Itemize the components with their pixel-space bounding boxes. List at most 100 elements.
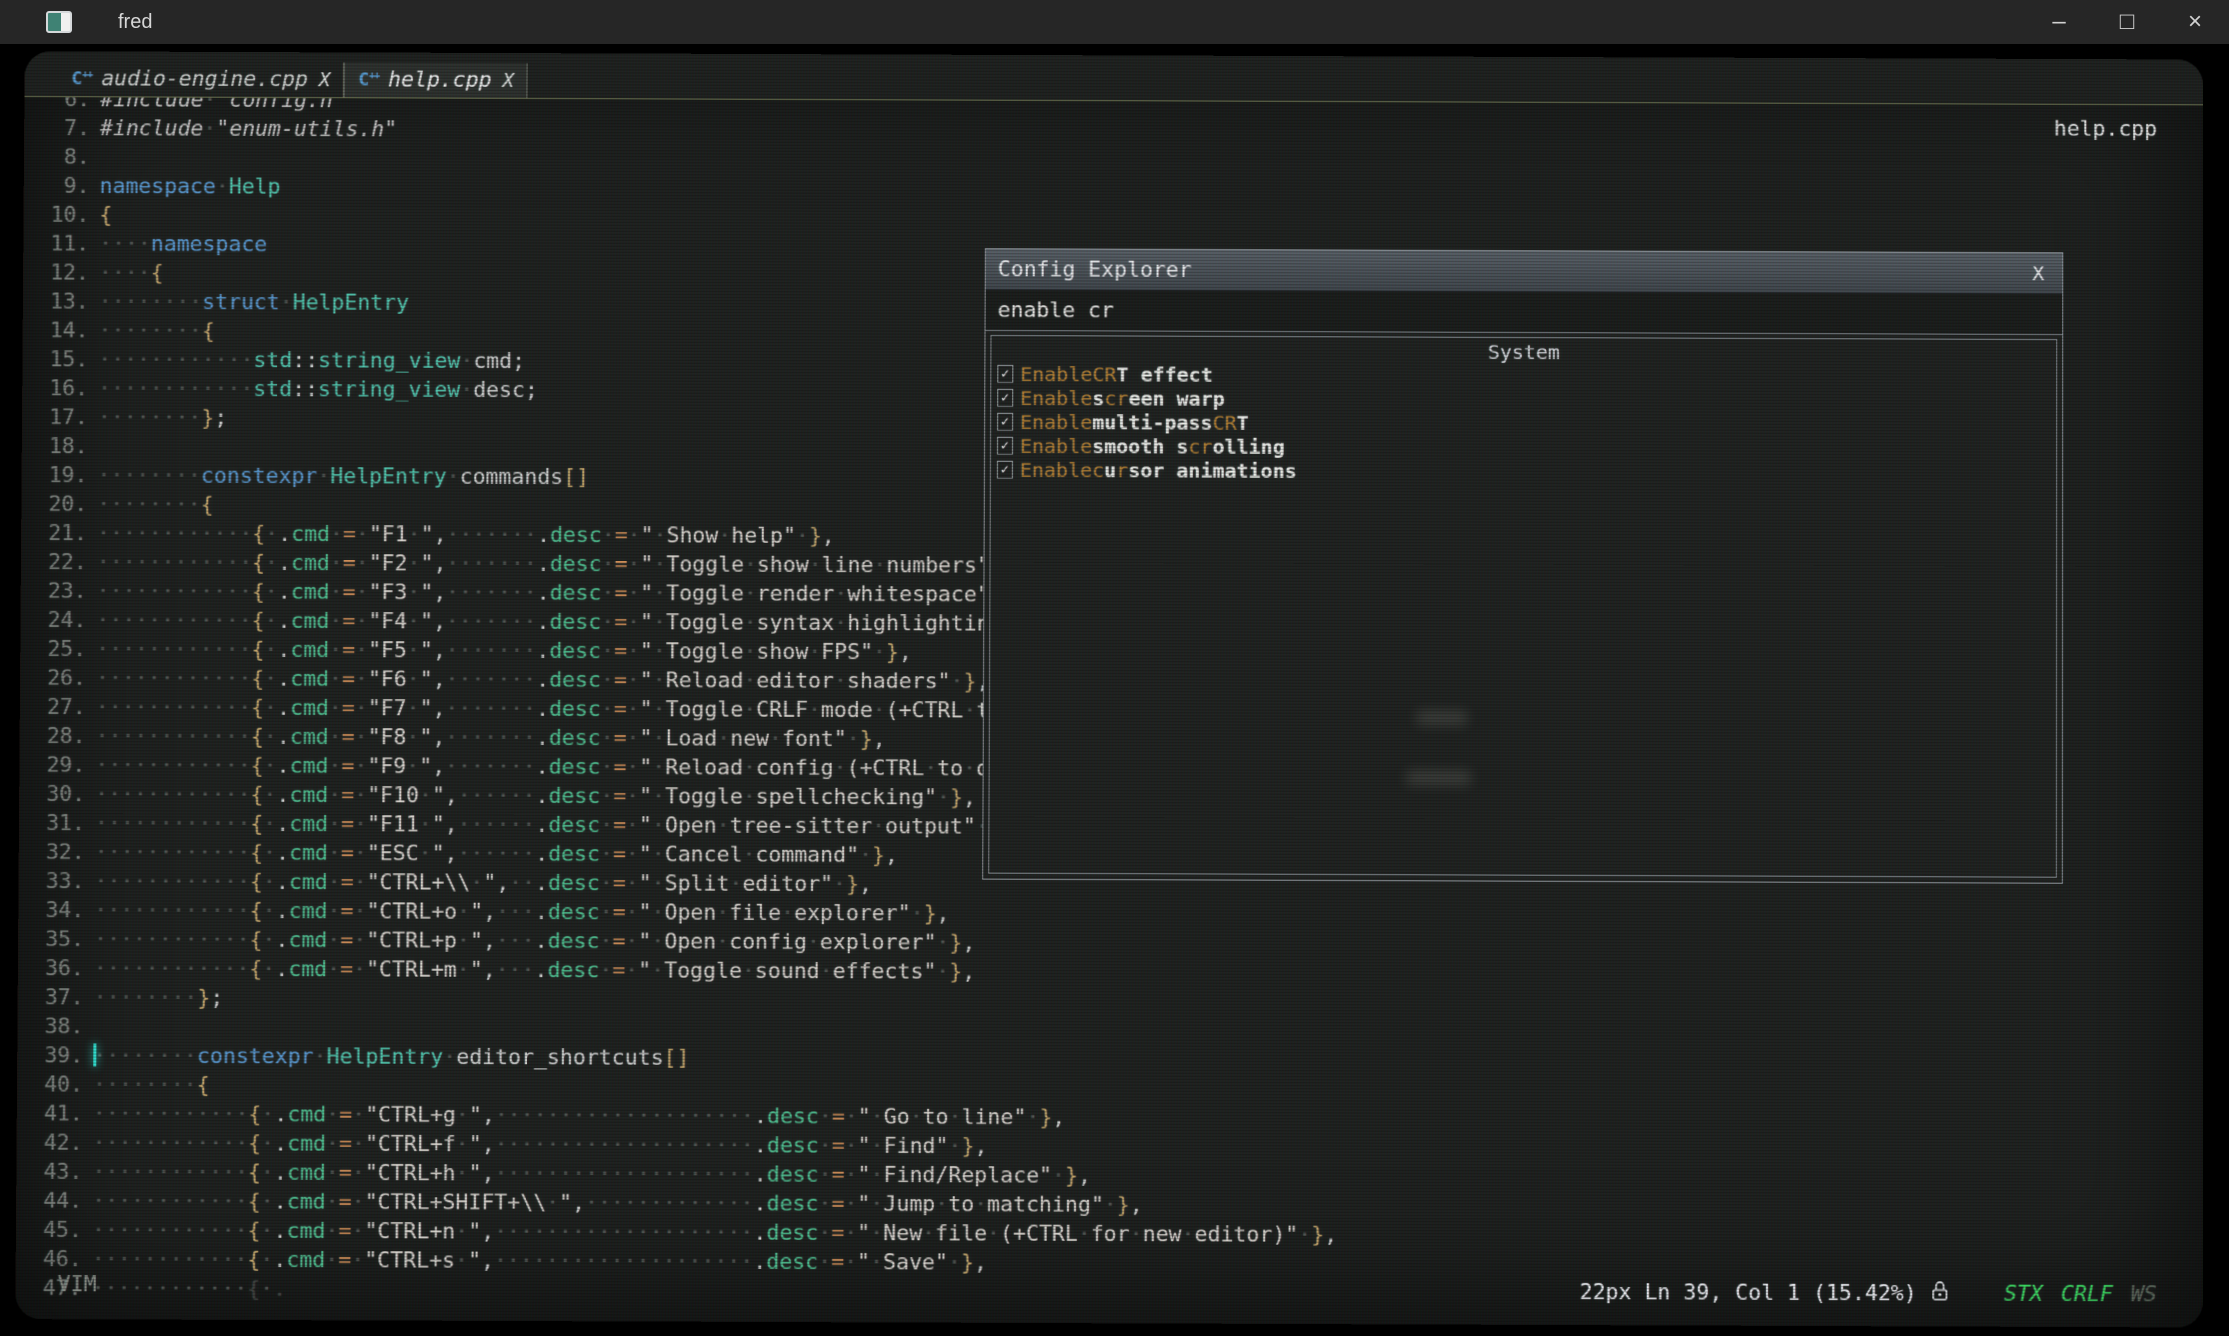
line-number: 11. <box>23 230 89 259</box>
option-label-part: Enable <box>1020 386 1092 410</box>
line-number: 8. <box>24 143 90 172</box>
option-label-part: een warp <box>1128 386 1224 410</box>
option-label-part: CR <box>1092 362 1116 386</box>
line-number: 32. <box>19 838 85 867</box>
line-number: 31. <box>19 809 85 838</box>
config-option[interactable]: ✓ Enable cursor animations <box>991 458 2056 486</box>
checkbox-checked-icon[interactable]: ✓ <box>997 461 1013 479</box>
line-number: 35. <box>18 925 84 954</box>
tab-help.cpp[interactable]: C++ help.cpp X <box>344 62 528 98</box>
checkbox-checked-icon[interactable]: ✓ <box>997 365 1013 383</box>
line-number: 37. <box>18 983 84 1012</box>
line-number: 13. <box>23 287 89 316</box>
option-label-part: T <box>1237 411 1249 435</box>
line-number: 23. <box>21 577 87 606</box>
tab-close-button[interactable]: X <box>502 69 514 91</box>
option-label-part: Enable <box>1020 362 1092 386</box>
option-label-part: Enable <box>1020 434 1092 458</box>
app-icon <box>46 11 72 33</box>
config-options-list: System ✓Enable CRT effect✓Enable screen … <box>988 335 2057 878</box>
line-number: 40. <box>17 1070 83 1099</box>
line-number: 28. <box>20 722 86 751</box>
window-titlebar: fred – □ × <box>0 0 2229 44</box>
crt-ghost-artifact <box>1406 770 1472 785</box>
window-controls: – □ × <box>2025 0 2229 44</box>
option-label-part: sor animations <box>1128 458 1297 483</box>
flag-STX: STX <box>2004 1282 2043 1307</box>
line-number: 16. <box>22 374 88 403</box>
option-label-part: u <box>1104 458 1116 482</box>
vim-mode-indicator: VIM <box>58 1272 97 1297</box>
line-number: 17. <box>22 403 88 432</box>
tab-bar: C++ audio-engine.cpp X C++ help.cpp X <box>24 51 2203 105</box>
checkbox-checked-icon[interactable]: ✓ <box>997 389 1013 407</box>
editor-screen: 6.#include·"config.h"7.#include·"enum-ut… <box>15 51 2203 1327</box>
line-number: 46. <box>16 1245 82 1274</box>
popup-close-button[interactable]: X <box>2032 261 2050 285</box>
line-number: 27. <box>20 693 86 722</box>
line-number: 9. <box>24 172 90 201</box>
option-label-part: r <box>1116 458 1128 482</box>
flag-CRLF: CRLF <box>2061 1282 2113 1307</box>
checkbox-checked-icon[interactable]: ✓ <box>997 437 1013 455</box>
line-number: 45. <box>16 1216 82 1245</box>
status-flags: STX CRLF WS <box>2004 1282 2157 1308</box>
line-number: 30. <box>19 780 85 809</box>
line-number: 24. <box>20 606 86 635</box>
line-number: 36. <box>18 954 84 983</box>
config-explorer-popup: Config Explorer X enable cr System ✓Enab… <box>982 248 2063 884</box>
option-label-part: smooth s <box>1092 434 1188 458</box>
line-number: 15. <box>22 345 88 374</box>
crt-ghost-artifact <box>1416 710 1468 725</box>
flag-WS: WS <box>2131 1282 2157 1307</box>
option-label-part: olling <box>1212 435 1284 459</box>
cpp-file-icon: C++ <box>358 69 379 90</box>
tab-audio-engine.cpp[interactable]: C++ audio-engine.cpp X <box>58 61 344 97</box>
line-number: 10. <box>23 201 89 230</box>
floating-filename: help.cpp <box>2054 117 2157 142</box>
maximize-button[interactable]: □ <box>2093 0 2161 44</box>
lock-icon <box>1931 1279 1950 1308</box>
line-number: 34. <box>18 896 84 925</box>
minimize-button[interactable]: – <box>2025 0 2093 44</box>
option-label-part: cr <box>1188 435 1212 459</box>
option-label-part: s <box>1092 386 1104 410</box>
option-label-part: T effect <box>1116 362 1212 386</box>
option-label-part: c <box>1092 458 1104 482</box>
line-number: 20. <box>21 490 87 519</box>
config-search-input[interactable]: enable cr <box>986 290 2063 335</box>
tab-label: audio-engine.cpp <box>101 66 308 92</box>
line-number: 39. <box>17 1041 83 1070</box>
line-number: 18. <box>22 432 88 461</box>
line-number: 41. <box>17 1099 83 1128</box>
close-button[interactable]: × <box>2161 0 2229 44</box>
window-title: fred <box>118 11 152 34</box>
line-number: 14. <box>23 316 89 345</box>
option-label-part: multi-pass <box>1092 410 1212 434</box>
popup-title: Config Explorer <box>998 257 1192 283</box>
line-number: 12. <box>23 258 89 287</box>
option-label-part: Enable <box>1020 458 1092 482</box>
checkbox-checked-icon[interactable]: ✓ <box>997 413 1013 431</box>
line-number: 43. <box>16 1158 82 1187</box>
line-number: 38. <box>17 1012 83 1041</box>
line-number: 19. <box>21 461 87 490</box>
line-number: 25. <box>20 635 86 664</box>
line-number: 21. <box>21 519 87 548</box>
text-cursor <box>93 1043 96 1066</box>
cursor-position: 22px Ln 39, Col 1 (15.42%) <box>1580 1280 1917 1306</box>
line-number: 26. <box>20 664 86 693</box>
tab-label: help.cpp <box>388 68 492 93</box>
tab-close-button[interactable]: X <box>319 69 331 91</box>
line-number: 42. <box>16 1128 82 1157</box>
line-number: 33. <box>18 867 84 896</box>
popup-titlebar: Config Explorer X <box>986 249 2063 294</box>
cpp-file-icon: C++ <box>71 68 92 89</box>
option-label-part: CR <box>1213 411 1237 435</box>
line-number: 29. <box>19 751 85 780</box>
line-number: 44. <box>16 1187 82 1216</box>
line-number: 7. <box>24 114 90 143</box>
option-label-part: cr <box>1104 386 1128 410</box>
option-label-part: Enable <box>1020 410 1092 434</box>
line-number: 22. <box>21 548 87 577</box>
